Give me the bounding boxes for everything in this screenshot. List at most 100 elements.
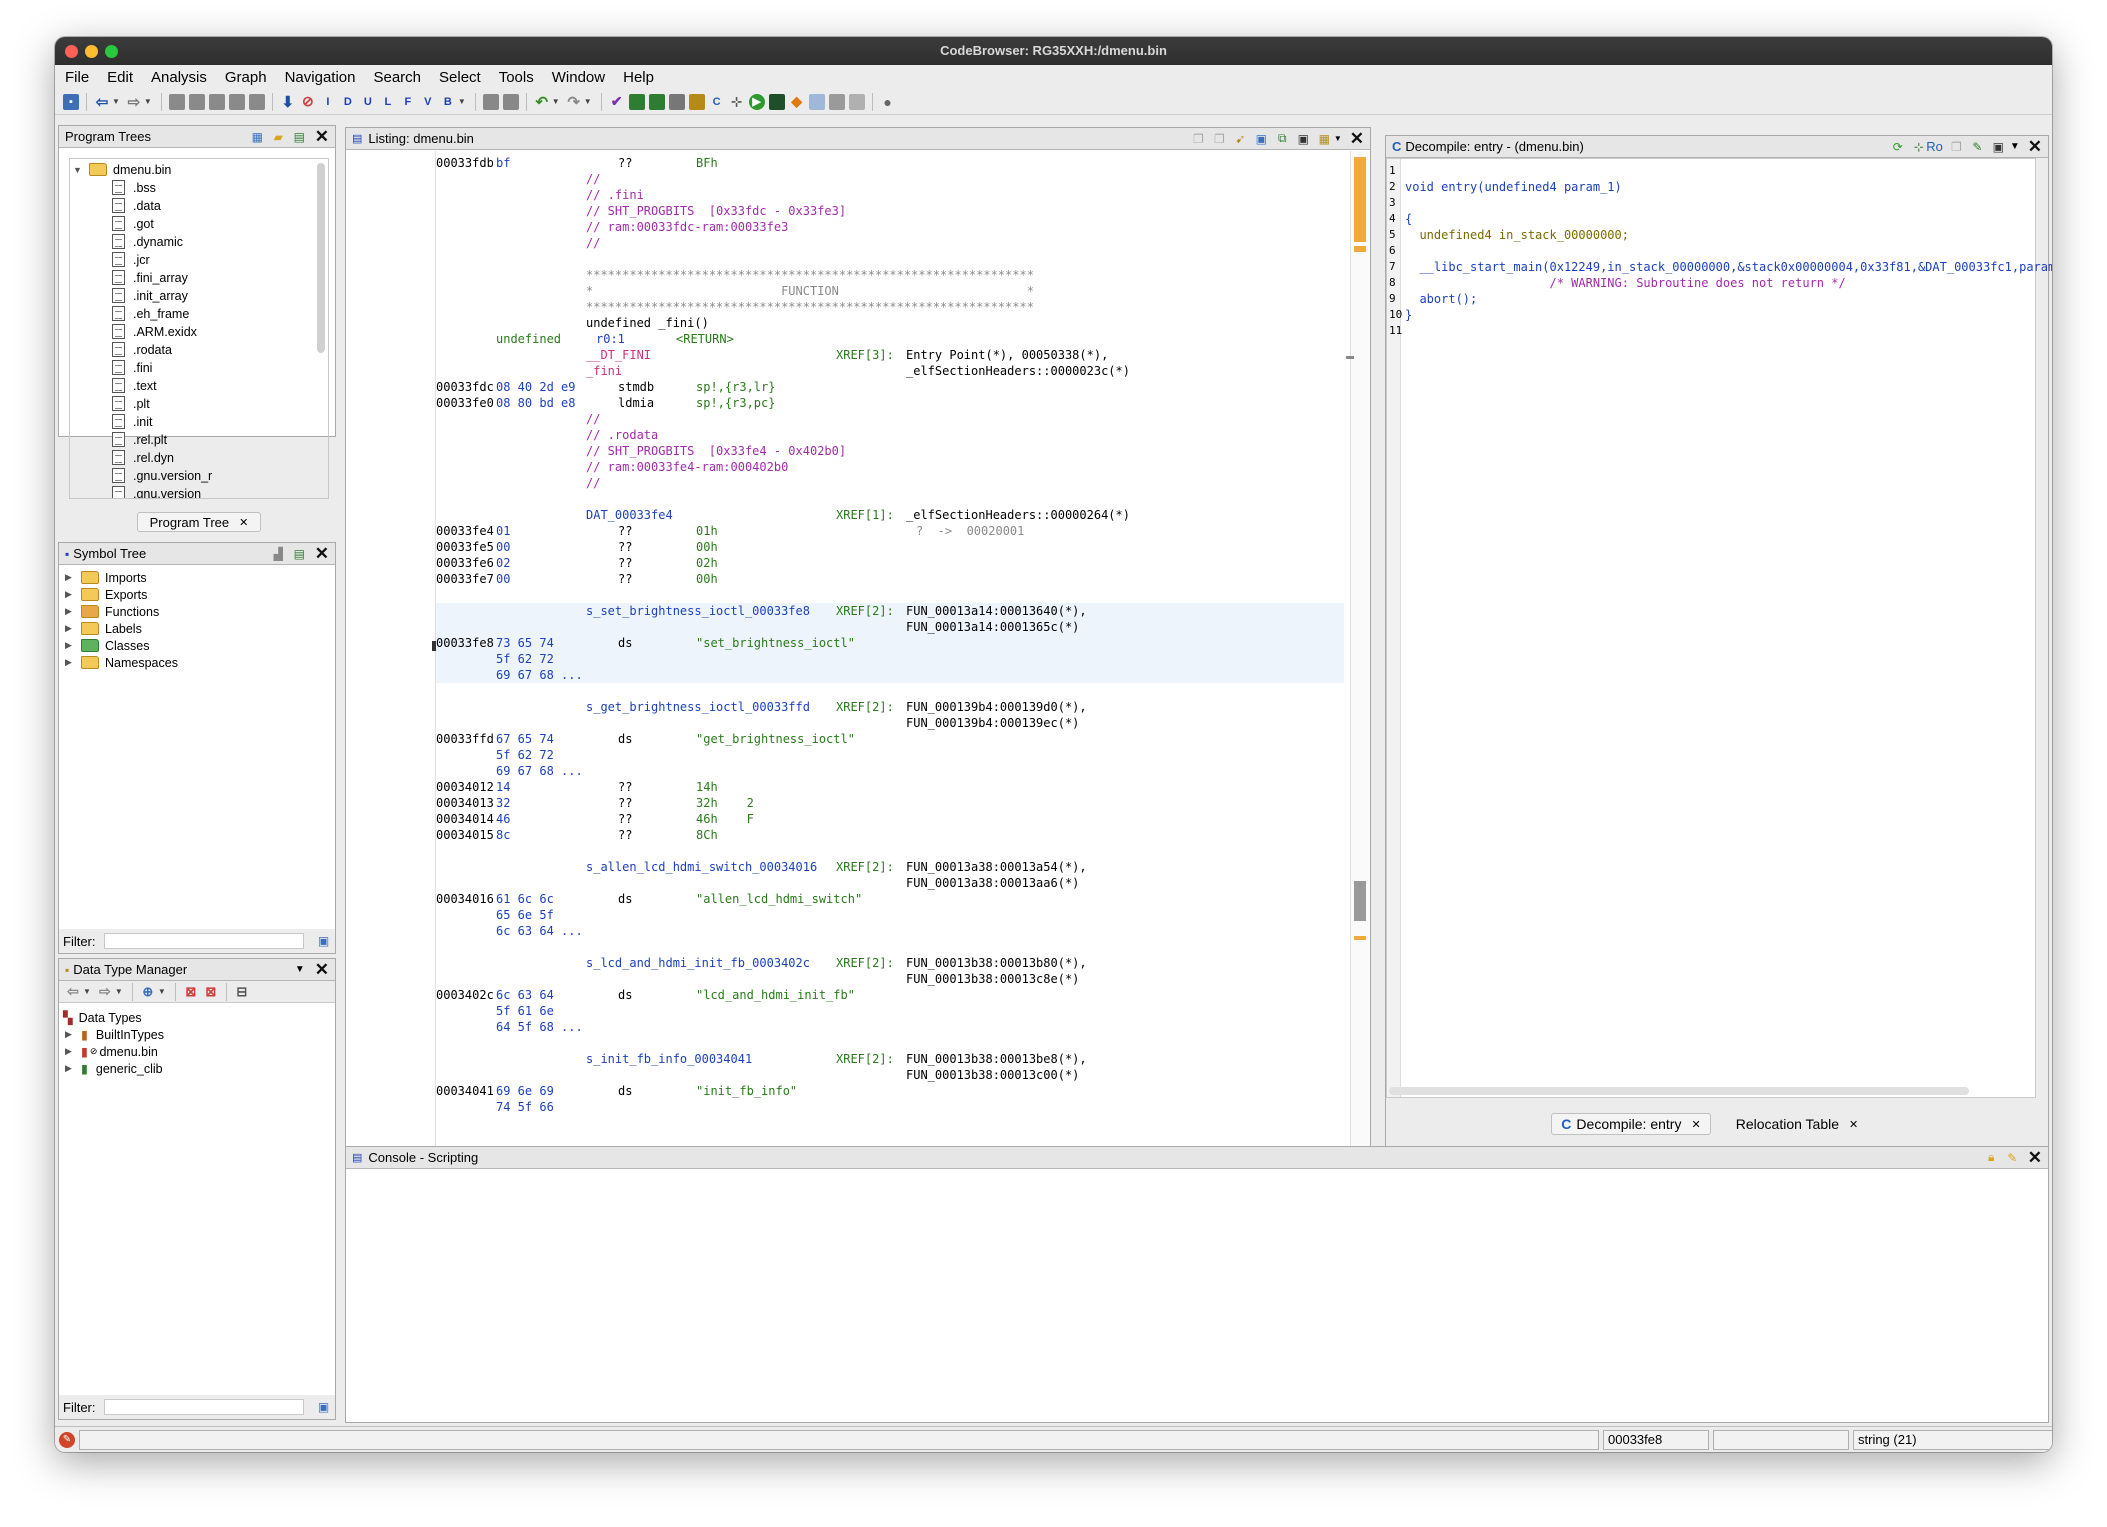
- lock-icon[interactable]: 🔒︎: [1984, 1150, 1999, 1165]
- close-icon[interactable]: ✕: [1350, 129, 1364, 149]
- tree-item[interactable]: .gnu.version: [112, 485, 201, 498]
- data-type-item[interactable]: ▶ ▮ BuiltInTypes: [65, 1026, 164, 1043]
- clear-flow-icon[interactable]: [502, 93, 519, 110]
- listing-row[interactable]: 00034016 61 6c 6c ds "allen_lcd_hdmi_switch…: [436, 891, 1344, 907]
- diamond-icon[interactable]: ◆: [789, 93, 805, 110]
- overview-bar[interactable]: [1346, 151, 1370, 1176]
- tree-item[interactable]: .ARM.exidx: [112, 323, 197, 340]
- horizontal-scrollbar[interactable]: [1389, 1087, 1969, 1095]
- function-graph-icon[interactable]: ⊹: [729, 94, 745, 110]
- tree-item[interactable]: .data: [112, 197, 161, 214]
- collapse-all-icon[interactable]: ⊟: [234, 984, 250, 1000]
- listing-row[interactable]: __DT_FINI XREF[3]: Entry Point(*), 0005033…: [436, 347, 1344, 363]
- chevron-down-icon[interactable]: ▼: [295, 964, 305, 975]
- chevron-right-icon[interactable]: ▶: [65, 1046, 75, 1057]
- back-arrow-icon[interactable]: ⇦: [94, 94, 110, 111]
- tree-item[interactable]: .init_array: [112, 287, 188, 304]
- graph-icon[interactable]: ⧉: [1275, 131, 1290, 146]
- menu-graph[interactable]: Graph: [225, 69, 267, 86]
- chevron-right-icon[interactable]: ▶: [65, 640, 75, 651]
- down-arrow-icon[interactable]: ⬇: [280, 94, 296, 111]
- chevron-down-icon[interactable]: ▼: [1334, 134, 1342, 143]
- close-icon[interactable]: ✕: [315, 544, 329, 564]
- chevron-down-icon[interactable]: ▼: [73, 165, 83, 175]
- expand-icon[interactable]: ⊕: [140, 984, 156, 1000]
- memory-map-icon[interactable]: [628, 93, 645, 110]
- previous-page-icon[interactable]: [188, 93, 205, 110]
- filter-options-icon[interactable]: ▣: [316, 1400, 331, 1415]
- tree-item[interactable]: .gnu.version_r: [112, 467, 212, 484]
- listing-row[interactable]: 00033fe4 01?? 01h ? -> 00020001: [436, 523, 1344, 539]
- listing-row[interactable]: // .rodata: [436, 427, 1344, 443]
- listing-row[interactable]: FUN_00013a38:00013aa6(*): [436, 875, 1344, 891]
- tree-item[interactable]: .rodata: [112, 341, 172, 358]
- chevron-right-icon[interactable]: ▶: [65, 1029, 75, 1040]
- letter-l-icon[interactable]: L: [380, 94, 396, 110]
- chevron-right-icon[interactable]: ▶: [65, 606, 75, 617]
- code-line[interactable]: undefined4 in_stack_00000000;: [1405, 227, 1629, 243]
- listing-row[interactable]: 64 5f 68 ...: [436, 1019, 1344, 1035]
- data-type-item[interactable]: ▶ ▮ ⊘ dmenu.bin: [65, 1043, 158, 1060]
- symbol-item-exports[interactable]: ▶ Exports: [65, 586, 147, 603]
- listing-icon[interactable]: [668, 93, 685, 110]
- code-line[interactable]: __libc_start_main(0x12249,in_stack_00000…: [1405, 259, 2052, 275]
- window-icon[interactable]: [808, 93, 825, 110]
- code-line[interactable]: {: [1405, 211, 1412, 227]
- listing-row[interactable]: // ram:00033fe4-ram:000402b0: [436, 459, 1344, 475]
- listing-row[interactable]: 00034015 8c?? 8Ch: [436, 827, 1344, 843]
- field-edit-icon[interactable]: ▣: [1254, 131, 1269, 146]
- data-type-filter-input[interactable]: [103, 1399, 304, 1415]
- redo-icon[interactable]: ↷: [566, 94, 582, 111]
- listing-row[interactable]: _fini _elfSectionHeaders::0000023c(*): [436, 363, 1344, 379]
- minimize-window-button[interactable]: [85, 45, 98, 58]
- listing-row[interactable]: 00034014 46?? 46h F: [436, 811, 1344, 827]
- edit-icon[interactable]: ✎: [1970, 139, 1985, 154]
- format-icon[interactable]: ▦: [1317, 131, 1332, 146]
- tree-item[interactable]: .eh_frame: [112, 305, 189, 322]
- listing-row[interactable]: 00034012 14?? 14h: [436, 779, 1344, 795]
- listing-row[interactable]: 00033fe6 02?? 02h: [436, 555, 1344, 571]
- listing-row[interactable]: 00033fdc 08 40 2d e9 stmdb sp!,{r3,lr}: [436, 379, 1344, 395]
- tree-item[interactable]: .got: [112, 215, 154, 232]
- listing-row[interactable]: //: [436, 475, 1344, 491]
- chevron-right-icon[interactable]: ▶: [65, 657, 75, 668]
- snapshot-icon[interactable]: [828, 93, 845, 110]
- letter-u-icon[interactable]: U: [360, 94, 376, 110]
- listing-row[interactable]: 00033fdb bf?? BFh: [436, 155, 1344, 171]
- copy-icon[interactable]: ❐: [1949, 139, 1964, 154]
- letter-v-icon[interactable]: V: [420, 94, 436, 110]
- listing-row[interactable]: FUN_000139b4:000139ec(*): [436, 715, 1344, 731]
- decompile-code-area[interactable]: 1 2 void entry(undefined4 param_1) 3 4 {5 und…: [1386, 158, 2052, 1098]
- filter-arrays-icon[interactable]: ⊠: [183, 984, 199, 1000]
- vertical-scrollbar[interactable]: [317, 163, 325, 353]
- tab-program-tree[interactable]: Program Tree ✕: [137, 512, 261, 532]
- tree-item[interactable]: .bss: [112, 179, 156, 196]
- listing-row[interactable]: DAT_00033fe4 XREF[1]: _elfSectionHeaders::…: [436, 507, 1344, 523]
- bytes-icon[interactable]: [688, 93, 705, 110]
- register-icon[interactable]: [648, 93, 665, 110]
- menu-edit[interactable]: Edit: [107, 69, 133, 86]
- code-line[interactable]: /* WARNING: Subroutine does not return *…: [1405, 275, 1845, 291]
- archive-icon[interactable]: [848, 93, 865, 110]
- listing-row[interactable]: undefined r0:1 <RETURN>: [436, 331, 1344, 347]
- save-icon[interactable]: ▪: [63, 93, 79, 110]
- listing-row[interactable]: [436, 843, 1344, 859]
- listing-row[interactable]: FUN_00013a14:0001365c(*): [436, 619, 1344, 635]
- data-type-item[interactable]: ▶ ▮ generic_clib: [65, 1060, 163, 1077]
- snapshot-icon[interactable]: ▣: [1296, 131, 1311, 146]
- tree-item[interactable]: .rel.plt: [112, 431, 167, 448]
- tab-relocation-table[interactable]: Relocation Table ✕: [1727, 1113, 1867, 1135]
- code-line[interactable]: abort();: [1405, 291, 1477, 307]
- filter-options-icon[interactable]: ▣: [316, 934, 331, 949]
- listing-row[interactable]: 5f 62 72: [436, 651, 1344, 667]
- scroll-thumb[interactable]: [1346, 356, 1354, 359]
- listing-row[interactable]: s_allen_lcd_hdmi_switch_00034016 XREF[2]:…: [436, 859, 1344, 875]
- listing-row[interactable]: * FUNCTION *: [436, 283, 1344, 299]
- read-only-label[interactable]: Ro: [1926, 139, 1943, 154]
- symbol-item-classes[interactable]: ▶ Classes: [65, 637, 149, 654]
- listing-row[interactable]: [436, 587, 1344, 603]
- listing-row[interactable]: 0003402c 6c 63 64 ds "lcd_and_hdmi_init_fb": [436, 987, 1344, 1003]
- bookmark-page-icon[interactable]: [168, 93, 185, 110]
- listing-row[interactable]: s_get_brightness_ioctl_00033ffd XREF[2]: F…: [436, 699, 1344, 715]
- listing-row[interactable]: 00033fe5 00?? 00h: [436, 539, 1344, 555]
